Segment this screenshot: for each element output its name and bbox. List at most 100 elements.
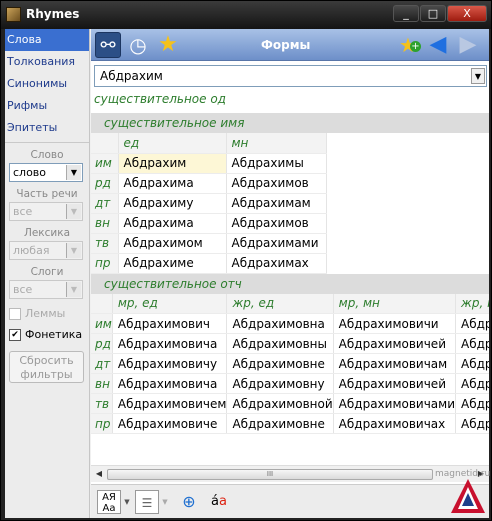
phonetics-checkbox[interactable]: ✔ Фонетика <box>9 328 89 341</box>
horizontal-scrollbar[interactable]: ◀ III ▶ <box>91 465 489 482</box>
case-label: вн <box>91 373 113 394</box>
pos-filter-value: все <box>13 205 33 218</box>
table-cell[interactable]: Абдрахима <box>118 173 227 194</box>
maximize-button[interactable]: □ <box>420 5 446 22</box>
table-cell[interactable]: Абдрахимам <box>226 193 327 214</box>
table-cell[interactable]: Абдрахимовичем <box>112 393 228 414</box>
chevron-down-icon[interactable]: ▼ <box>66 243 81 258</box>
table-cell[interactable]: Абдрах <box>455 313 489 334</box>
table-cell[interactable]: Абдрахиме <box>118 253 227 274</box>
table-cell[interactable]: Абдрахимовичам <box>333 353 457 374</box>
star-icon[interactable]: ★ <box>155 32 181 58</box>
table-cell[interactable]: Абдрахимович <box>112 313 228 334</box>
forward-arrow-icon[interactable]: ▶ <box>455 32 481 58</box>
star-add-icon[interactable]: ★ + <box>395 32 421 58</box>
table-row: им Абдрахим Абдрахимы <box>91 153 327 174</box>
scroll-left-icon[interactable]: ◀ <box>93 468 105 480</box>
table-row: дт Абдрахимовичу Абдрахимовне Абдрахимовича… <box>91 353 489 374</box>
table-cell[interactable]: Абдрахимовичи <box>333 313 457 334</box>
column-header: жр, мн <box>455 293 489 314</box>
table-cell[interactable]: Абдрах <box>455 413 489 434</box>
chevron-down-icon[interactable]: ▼ <box>66 165 81 180</box>
case-label: им <box>91 313 113 334</box>
table-cell[interactable]: Абдрахимовичу <box>112 353 228 374</box>
table-cell[interactable]: Абдрахимовичах <box>333 413 457 434</box>
binoculars-icon[interactable]: ⚯ <box>95 32 121 58</box>
dropdown-arrow-icon[interactable]: ▼ <box>161 490 169 514</box>
table-cell[interactable]: Абдрахимовичей <box>333 373 457 394</box>
layout-icon[interactable]: ☰ <box>135 490 159 514</box>
checkbox-box[interactable] <box>9 307 21 320</box>
word-combobox[interactable]: Абдрахим ▼ <box>94 65 487 87</box>
lemmas-checkbox[interactable]: Леммы <box>9 307 89 320</box>
reset-filters-button[interactable]: Сбросить фильтры <box>9 351 84 383</box>
word-filter-select[interactable]: слово ▼ <box>9 163 83 182</box>
table-cell[interactable]: Абдрах <box>455 333 489 354</box>
table-cell[interactable]: Абдрахимовну <box>226 373 334 394</box>
table-row: вн Абдрахима Абдрахимов <box>91 213 327 234</box>
table-cell[interactable]: Абдрахимов <box>226 213 327 234</box>
pos-filter-select[interactable]: все ▼ <box>9 202 83 221</box>
sidebar-item-epithets[interactable]: Эпитеты <box>5 117 89 139</box>
table-cell[interactable]: Абдрахимовной <box>226 393 334 414</box>
lexicon-filter-select[interactable]: любая ▼ <box>9 241 83 260</box>
table-cell[interactable]: Абдрахимовны <box>226 333 334 354</box>
table-cell[interactable]: Абдрахимов <box>226 173 327 194</box>
case-label: тв <box>91 393 113 414</box>
table-cell[interactable]: Абдрахимом <box>118 233 227 254</box>
close-button[interactable]: X <box>447 5 487 22</box>
table-cell[interactable]: Абдрах <box>455 373 489 394</box>
sidebar-item-words[interactable]: Слова <box>5 29 89 51</box>
scrollbar-thumb[interactable]: III <box>107 469 433 480</box>
sidebar: Слова Толкования Синонимы Рифмы Эпитеты … <box>5 29 90 518</box>
table-cell[interactable]: Абдрахима <box>118 213 227 234</box>
chevron-down-icon[interactable]: ▼ <box>66 282 81 297</box>
word-combobox-value: Абдрахим <box>100 69 163 83</box>
chevron-down-icon[interactable]: ▼ <box>471 68 485 84</box>
word-filter-value: слово <box>13 166 47 179</box>
table-cell[interactable]: Абдрахимы <box>226 153 327 174</box>
title-bar[interactable]: Rhymes _ □ X <box>1 1 491 29</box>
table-cell[interactable]: Абдрахимовича <box>112 333 228 354</box>
pos-filter-label: Часть речи <box>16 188 78 200</box>
case-label: тв <box>91 233 119 254</box>
table-row: рд Абдрахима Абдрахимов <box>91 173 327 194</box>
spellcheck-icon[interactable]: áa <box>207 490 231 514</box>
app-icon <box>6 7 21 22</box>
table-cell[interactable]: Абдрах <box>455 393 489 414</box>
bottom-toolbar: АЯ Аа ▼ ☰ ▼ ⊕ áa <box>91 479 489 518</box>
table-cell[interactable]: Абдрахимовиче <box>112 413 228 434</box>
table-row: тв Абдрахимом Абдрахимами <box>91 233 327 254</box>
table-cell[interactable]: Абдрахиму <box>118 193 227 214</box>
checkmark-icon[interactable]: ✔ <box>9 328 21 341</box>
toolbar: ⚯ ◷ ★ Формы ★ + ◀ ▶ <box>91 29 489 61</box>
minimize-button[interactable]: _ <box>393 5 419 22</box>
case-label: вн <box>91 213 119 234</box>
back-arrow-icon[interactable]: ◀ <box>425 32 451 58</box>
forms-content: существительное имя ед мн им Абдрахим Абдр… <box>91 113 489 465</box>
syllables-filter-select[interactable]: все ▼ <box>9 280 83 299</box>
window-title: Rhymes <box>26 7 80 21</box>
table-cell[interactable]: Абдрахимовна <box>226 313 334 334</box>
table-cell[interactable]: Абдрахимах <box>226 253 327 274</box>
table-row: пр Абдрахимовиче Абдрахимовне Абдрахимовича… <box>91 413 489 434</box>
sidebar-item-synonyms[interactable]: Синонимы <box>5 73 89 95</box>
table-cell[interactable]: Абдрахимовичей <box>333 333 457 354</box>
client-area: Слова Толкования Синонимы Рифмы Эпитеты … <box>5 29 490 518</box>
table-cell[interactable]: Абдрахимовне <box>226 353 334 374</box>
chevron-down-icon[interactable]: ▼ <box>66 204 81 219</box>
table-cell[interactable]: Абдрахим <box>118 153 227 174</box>
section-header-patronymic: существительное отч <box>91 273 489 294</box>
dropdown-arrow-icon[interactable]: ▼ <box>123 490 131 514</box>
sidebar-item-definitions[interactable]: Толкования <box>5 51 89 73</box>
table-cell[interactable]: Абдрахимами <box>226 233 327 254</box>
table-cell[interactable]: Абдрахимовне <box>226 413 334 434</box>
zoom-icon[interactable]: ⊕ <box>177 490 201 514</box>
table-cell[interactable]: Абдрахимовича <box>112 373 228 394</box>
font-case-icon[interactable]: АЯ Аа <box>97 490 121 514</box>
case-label: им <box>91 153 119 174</box>
clock-icon[interactable]: ◷ <box>125 32 151 58</box>
table-cell[interactable]: Абдрахимовичами <box>333 393 457 414</box>
sidebar-item-rhymes[interactable]: Рифмы <box>5 95 89 117</box>
table-cell[interactable]: Абдрах <box>455 353 489 374</box>
